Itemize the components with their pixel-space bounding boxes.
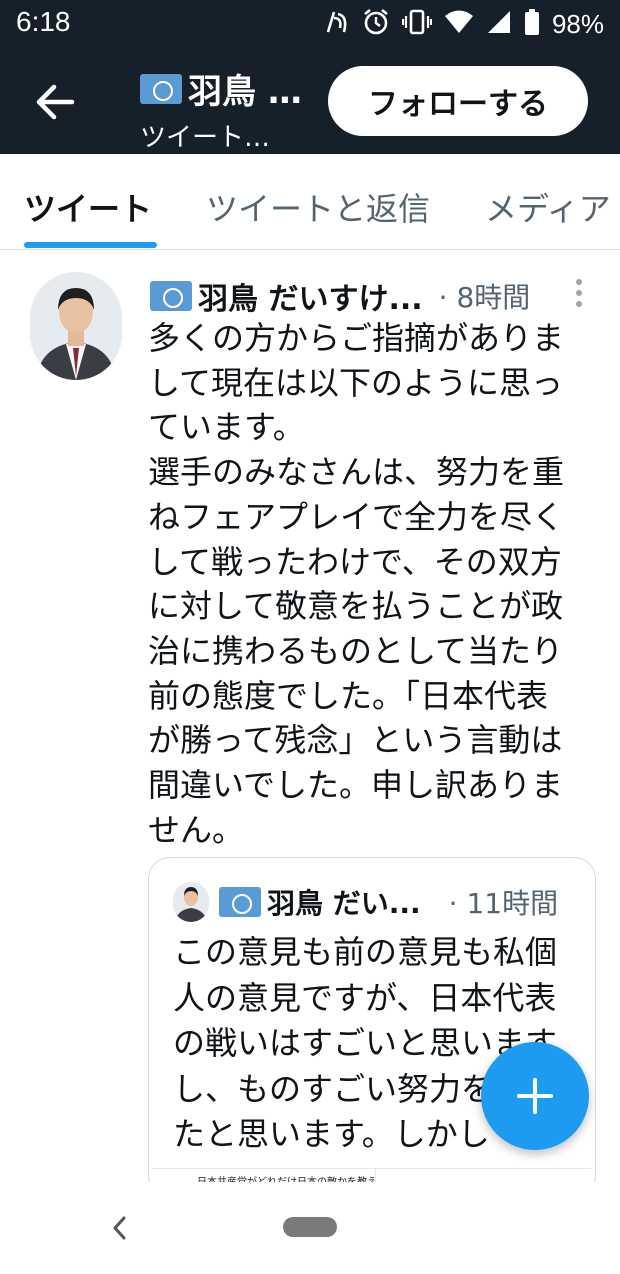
header-subtitle: ツイート…	[140, 123, 271, 153]
tweet-header: 羽鳥 だいすけ... · 8時間	[150, 274, 590, 318]
chevron-left-icon	[113, 1216, 126, 1240]
back-button[interactable]	[32, 80, 78, 124]
alarm-icon	[362, 8, 390, 40]
status-time: 6:18	[16, 6, 71, 37]
quoted-author-name: 羽鳥 だい...	[267, 887, 421, 920]
system-back-button[interactable]	[110, 1214, 130, 1242]
tweet-timestamp: · 8時間	[438, 281, 531, 314]
more-options-button[interactable]	[572, 278, 586, 308]
battery-icon	[524, 8, 540, 40]
profile-header: 羽鳥 … ツイート… フォローする	[0, 50, 620, 154]
home-pill[interactable]	[283, 1217, 337, 1237]
avatar[interactable]	[30, 272, 122, 380]
status-bar: 6:18 98%	[0, 0, 620, 50]
header-title: 羽鳥 …	[140, 64, 320, 113]
un-flag-icon	[140, 73, 182, 104]
header-title-block: 羽鳥 … ツイート…	[140, 64, 320, 154]
tweet-text: 多くの方からご指摘がありま して現在は以下のように思っ ています。 選手のみなさ…	[148, 319, 565, 849]
plus-icon	[517, 1078, 553, 1114]
nfc-icon	[324, 8, 350, 40]
arrow-left-icon	[36, 84, 75, 120]
status-icons: 98%	[324, 8, 604, 40]
battery-percent: 98%	[551, 8, 604, 39]
follow-button[interactable]: フォローする	[328, 66, 588, 136]
quoted-tweet-header: 羽鳥 だい... · 11時間	[173, 882, 558, 922]
quoted-timestamp: · 11時間	[448, 887, 559, 920]
profile-tabs: ツイート ツイートと返信 メディア	[0, 154, 620, 250]
tab-tweets[interactable]: ツイート	[24, 184, 152, 230]
active-tab-indicator	[24, 242, 157, 248]
tab-tweets-and-replies[interactable]: ツイートと返信	[206, 184, 430, 230]
vibrate-icon	[401, 8, 433, 40]
header-name: 羽鳥 …	[188, 72, 302, 112]
un-flag-icon	[219, 887, 261, 917]
un-flag-icon	[150, 281, 192, 311]
tweet-author-name[interactable]: 羽鳥 だいすけ...	[198, 274, 423, 318]
quoted-avatar	[173, 882, 209, 922]
signal-icon	[486, 9, 512, 39]
wifi-icon	[444, 9, 474, 39]
kebab-menu-icon	[576, 279, 582, 307]
system-nav-bar	[0, 1182, 620, 1274]
compose-tweet-button[interactable]	[481, 1042, 589, 1150]
tab-media[interactable]: メディア	[485, 184, 611, 230]
